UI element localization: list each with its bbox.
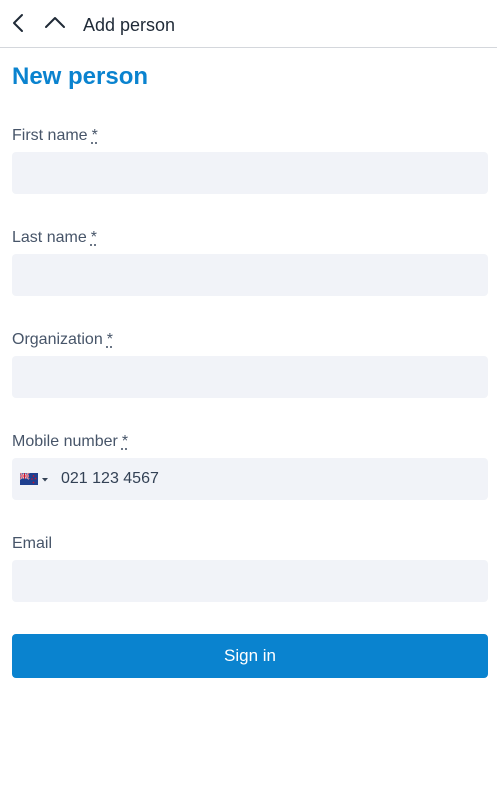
required-marker: * bbox=[106, 331, 113, 348]
last-name-input[interactable] bbox=[12, 254, 488, 296]
top-bar: Add person bbox=[0, 0, 497, 48]
country-select[interactable] bbox=[20, 471, 54, 487]
back-button[interactable] bbox=[6, 10, 32, 36]
new-zealand-flag-icon bbox=[20, 472, 38, 485]
last-name-label: Last name * bbox=[12, 228, 97, 248]
organization-label: Organization * bbox=[12, 330, 113, 350]
last-name-label-text: Last name bbox=[12, 229, 87, 246]
email-label: Email bbox=[12, 535, 53, 552]
organization-label-text: Organization bbox=[12, 331, 103, 348]
organization-input[interactable] bbox=[12, 356, 488, 398]
chevron-up-icon bbox=[45, 17, 65, 28]
mobile-number-label: Mobile number * bbox=[12, 432, 128, 452]
chevron-left-icon bbox=[13, 14, 23, 32]
first-name-label: First name * bbox=[12, 126, 98, 146]
required-marker: * bbox=[91, 127, 98, 144]
sign-in-button[interactable]: Sign in bbox=[12, 634, 488, 678]
mobile-number-label-text: Mobile number bbox=[12, 433, 118, 450]
email-input[interactable] bbox=[12, 560, 488, 602]
caret-down-icon bbox=[42, 478, 48, 482]
topbar-title: Add person bbox=[83, 15, 176, 35]
mobile-number-field bbox=[12, 458, 488, 500]
up-button[interactable] bbox=[42, 10, 68, 36]
page-title: New person bbox=[12, 63, 149, 90]
required-marker: * bbox=[121, 433, 129, 450]
first-name-label-text: First name bbox=[12, 127, 88, 144]
required-marker: * bbox=[90, 229, 97, 246]
mobile-number-input[interactable] bbox=[56, 458, 488, 500]
first-name-input[interactable] bbox=[12, 152, 488, 194]
